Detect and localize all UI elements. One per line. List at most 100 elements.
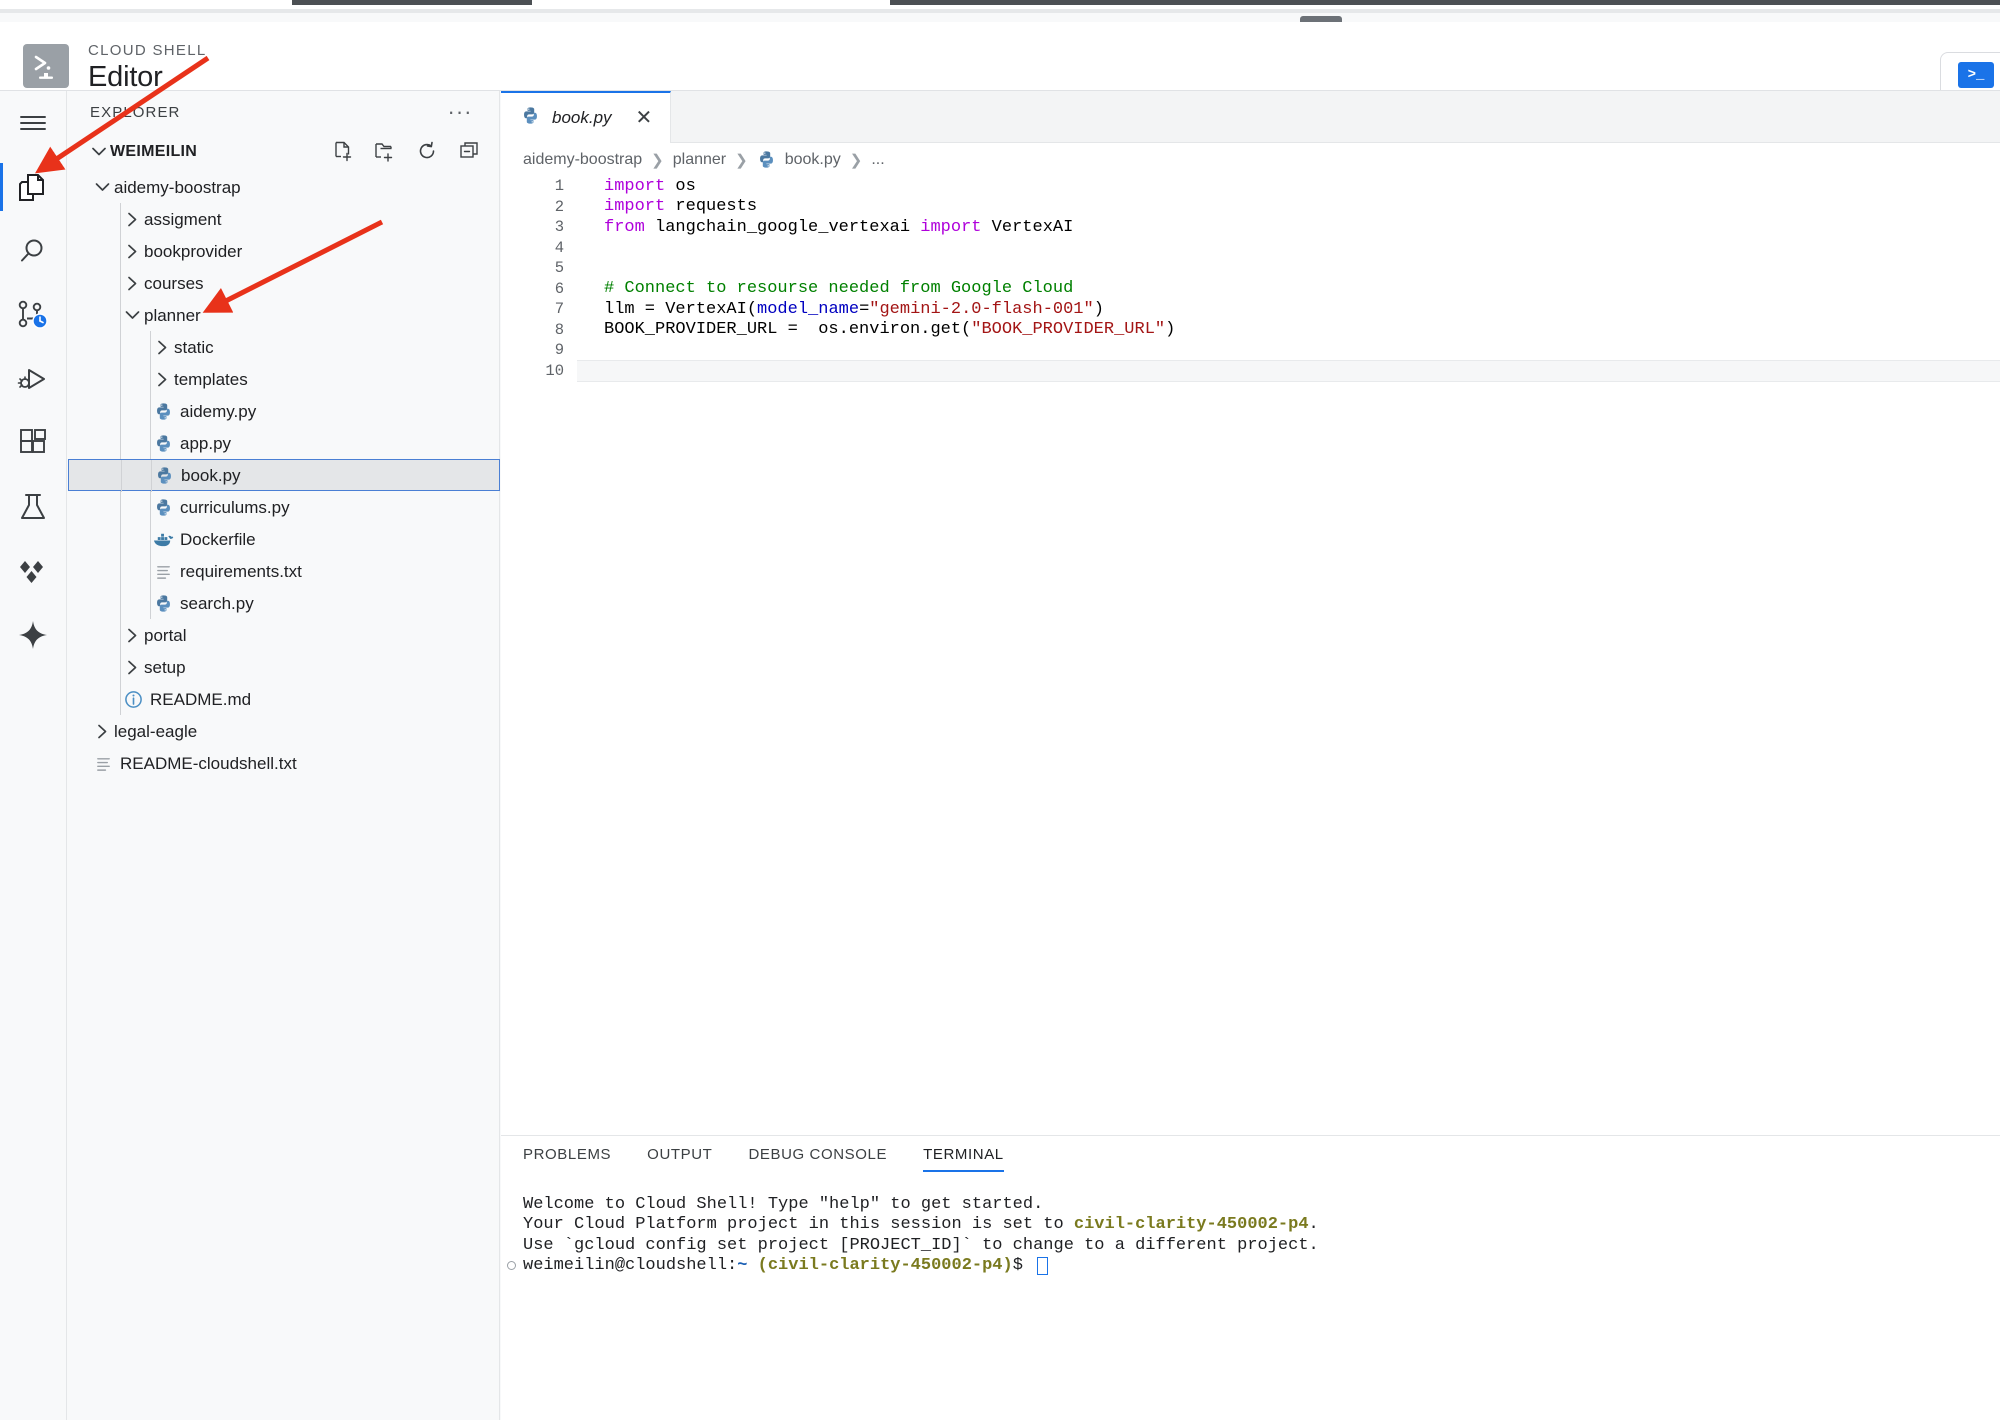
testing-flask-icon[interactable]	[0, 475, 67, 539]
code-line[interactable]: 10	[501, 359, 2000, 382]
code-token: langchain_google_vertexai	[644, 217, 921, 237]
tree-item-label: static	[174, 337, 214, 357]
editor-tab-book-py[interactable]: book.py ✕	[501, 91, 672, 143]
tree-folder-bookprovider[interactable]: bookprovider	[68, 235, 500, 267]
panel-tab-debug-console[interactable]: DEBUG CONSOLE	[748, 1146, 887, 1172]
tree-folder-courses[interactable]: courses	[68, 267, 500, 299]
code-line[interactable]: 2 import requests	[501, 197, 2000, 218]
panel-tab-list: PROBLEMS OUTPUT DEBUG CONSOLE TERMINAL	[523, 1146, 1004, 1172]
tree-item-label: aidemy.py	[180, 401, 257, 421]
code-line[interactable]: 7 llm = VertexAI(model_name="gemini-2.0-f…	[501, 299, 2000, 320]
panel-tab-problems[interactable]: PROBLEMS	[523, 1146, 611, 1172]
diamonds-icon[interactable]	[0, 539, 67, 603]
close-icon[interactable]: ✕	[636, 108, 653, 128]
tree-folder-aidemy-boostrap[interactable]: aidemy-boostrap	[68, 171, 500, 203]
code-line[interactable]: 4	[501, 238, 2000, 259]
tree-file-requirements-txt[interactable]: requirements.txt	[68, 555, 500, 587]
run-and-debug-icon[interactable]	[0, 347, 67, 411]
code-editor[interactable]: 1 import os 2 import requests 3 from langchai…	[501, 176, 2000, 1226]
tree-folder-setup[interactable]: setup	[68, 651, 500, 683]
code-token: os	[665, 176, 696, 196]
new-folder-icon[interactable]	[373, 139, 397, 163]
panel-tab-terminal[interactable]: TERMINAL	[923, 1146, 1004, 1172]
terminal-output[interactable]: Welcome to Cloud Shell! Type "help" to g…	[507, 1194, 1990, 1276]
chevron-right-icon[interactable]	[120, 244, 144, 259]
tree-folder-legal-eagle[interactable]: legal-eagle	[68, 715, 500, 747]
tree-item-label: aidemy-boostrap	[114, 177, 241, 197]
chevron-right-icon: ❯	[651, 151, 664, 169]
new-file-icon[interactable]	[331, 139, 355, 163]
tree-file-book-py[interactable]: book.py	[68, 459, 500, 492]
breadcrumb-segment[interactable]: ...	[871, 151, 884, 169]
search-icon[interactable]	[0, 219, 67, 283]
code-line[interactable]: 3 from langchain_google_vertexai import V…	[501, 217, 2000, 238]
source-control-icon[interactable]	[0, 283, 67, 347]
tree-folder-static[interactable]: static	[68, 331, 500, 363]
chevron-right-icon: ❯	[735, 151, 748, 169]
tree-indent-guide	[120, 651, 121, 683]
collapse-folders-icon[interactable]	[457, 139, 481, 163]
code-token: # Connect to resourse needed from Google…	[604, 279, 1074, 299]
tree-file-curriculums-py[interactable]: curriculums.py	[68, 491, 500, 523]
chevron-right-icon[interactable]	[120, 660, 144, 675]
code-token: )	[1093, 299, 1104, 319]
terminal-text: weimeilin@cloudshell:	[523, 1256, 738, 1276]
line-number: 3	[554, 218, 564, 237]
code-token: )	[1165, 320, 1176, 340]
tree-item-label: assigment	[144, 209, 222, 229]
tree-file-app-py[interactable]: app.py	[68, 427, 500, 459]
refresh-explorer-icon[interactable]	[415, 139, 439, 163]
breadcrumb-segment[interactable]: planner	[673, 151, 726, 169]
tree-folder-planner[interactable]: planner	[68, 299, 500, 331]
tree-indent-guide	[150, 587, 151, 619]
chevron-right-icon[interactable]	[120, 628, 144, 643]
tree-folder-templates[interactable]: templates	[68, 363, 500, 395]
explorer-sidebar: EXPLORER ··· WEIMEILIN aidemy-boostrap a…	[68, 91, 500, 1420]
code-line[interactable]: 1 import os	[501, 176, 2000, 197]
line-number: 8	[554, 320, 564, 339]
tree-file-readme-cloudshell-txt[interactable]: README-cloudshell.txt	[68, 747, 500, 779]
panel-tab-output[interactable]: OUTPUT	[647, 1146, 712, 1172]
chevron-right-icon[interactable]	[150, 340, 174, 355]
gemini-sparkle-icon[interactable]	[0, 603, 67, 667]
breadcrumb-segment[interactable]: aidemy-boostrap	[523, 151, 642, 169]
tree-indent-guide	[150, 395, 151, 427]
tree-item-label: curriculums.py	[180, 497, 290, 517]
chrome-bar-right	[890, 0, 2000, 5]
code-line[interactable]: 9	[501, 340, 2000, 361]
tree-indent-guide	[120, 683, 121, 715]
chevron-right-icon[interactable]	[120, 212, 144, 227]
tree-file-search-py[interactable]: search.py	[68, 587, 500, 619]
tree-file-readme-md[interactable]: README.md	[68, 683, 500, 715]
extensions-icon[interactable]	[0, 411, 67, 475]
code-line[interactable]: 6 # Connect to resourse needed from Googl…	[501, 279, 2000, 300]
ellipsis-icon[interactable]: ···	[443, 97, 477, 127]
line-number: 4	[554, 238, 564, 257]
tree-item-label: bookprovider	[144, 241, 243, 261]
chevron-right-icon[interactable]	[120, 276, 144, 291]
code-line[interactable]: 5	[501, 258, 2000, 279]
file-tree: aidemy-boostrap assigment bookprovider cour…	[68, 171, 500, 779]
chevron-right-icon[interactable]	[90, 724, 114, 739]
tree-folder-portal[interactable]: portal	[68, 619, 500, 651]
tree-item-label: Dockerfile	[180, 529, 256, 549]
tree-file-dockerfile[interactable]: Dockerfile	[68, 523, 500, 555]
chevron-down-icon[interactable]	[90, 182, 114, 192]
tree-item-label: search.py	[180, 593, 254, 613]
breadcrumb-segment[interactable]: book.py	[785, 151, 841, 169]
menu-icon[interactable]	[0, 91, 67, 155]
tree-indent-guide	[120, 523, 121, 555]
tree-file-aidemy-py[interactable]: aidemy.py	[68, 395, 500, 427]
chrome-bar-left	[292, 0, 532, 5]
header-kicker: CLOUD SHELL	[88, 42, 207, 59]
chevron-down-icon[interactable]	[120, 310, 144, 320]
chevron-right-icon[interactable]	[150, 372, 174, 387]
tree-folder-assigment[interactable]: assigment	[68, 203, 500, 235]
python-file-icon	[150, 434, 176, 453]
tree-item-label: README-cloudshell.txt	[120, 753, 297, 773]
tree-indent-guide	[120, 619, 121, 651]
code-line[interactable]: 8 BOOK_PROVIDER_URL = os.environ.get("BOO…	[501, 320, 2000, 341]
explorer-icon[interactable]	[0, 155, 67, 219]
python-file-icon	[521, 106, 540, 130]
